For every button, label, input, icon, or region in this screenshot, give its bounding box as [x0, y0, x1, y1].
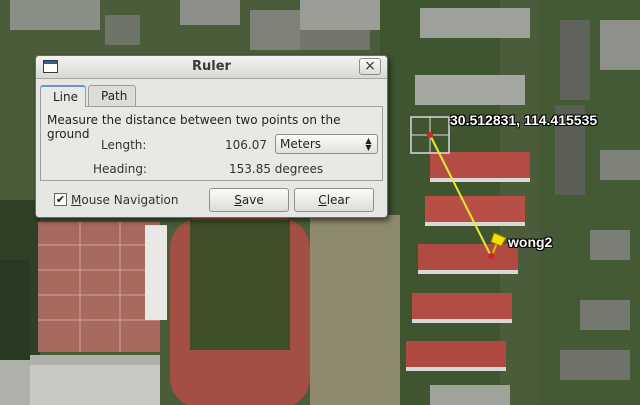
tab-line[interactable]: Line	[40, 85, 86, 107]
dialog-title: Ruler	[192, 59, 231, 74]
mouse-navigation-label[interactable]: Mouse Navigation	[71, 193, 178, 207]
save-button[interactable]: Save	[209, 188, 289, 212]
line-tab-panel: Measure the distance between two points …	[40, 106, 383, 181]
yellow-pushpin-icon[interactable]	[490, 232, 507, 254]
length-label: Length:	[101, 138, 147, 152]
units-dropdown[interactable]: Meters ▲ ▼	[275, 134, 378, 154]
mouse-navigation-checkbox[interactable]: ✔	[54, 193, 67, 206]
tab-path[interactable]: Path	[88, 85, 136, 106]
ruler-dialog: Ruler × Line Path Measure the distance b…	[35, 55, 388, 218]
updown-arrow-icon: ▲ ▼	[365, 136, 372, 152]
close-button[interactable]: ×	[359, 58, 381, 75]
ruler-line	[429, 134, 492, 257]
heading-label: Heading:	[93, 162, 147, 176]
length-value: 106.07	[225, 138, 267, 152]
ruler-start-point[interactable]	[427, 132, 433, 138]
units-selected-value: Meters	[280, 137, 322, 151]
title-bar[interactable]: Ruler ×	[36, 56, 387, 79]
coordinate-label: 30.512831, 114.415535	[450, 112, 598, 128]
placemark-label[interactable]: wong2	[508, 234, 552, 250]
ruler-end-point[interactable]	[488, 253, 494, 259]
heading-value: 153.85 degrees	[229, 162, 324, 176]
clear-button[interactable]: Clear	[294, 188, 374, 212]
close-icon: ×	[364, 58, 376, 74]
